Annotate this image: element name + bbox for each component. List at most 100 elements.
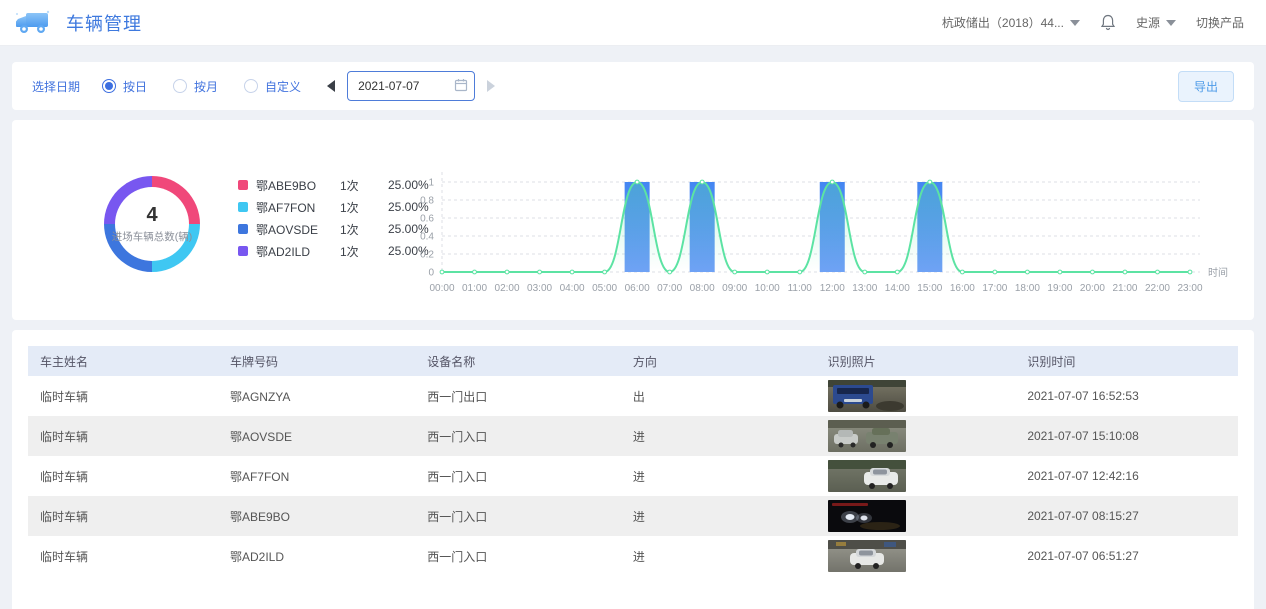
svg-text:22:00: 22:00 [1145, 283, 1170, 294]
tenant-name: 杭政储出（2018）44... [942, 14, 1064, 31]
cell-device-name: 西一门入口 [415, 456, 621, 496]
bell-icon [1100, 14, 1116, 31]
legend-color-chip [238, 224, 248, 234]
next-date-arrow[interactable] [487, 80, 495, 92]
cell-recognition-time: 2021-07-07 08:15:27 [1015, 496, 1238, 536]
svg-text:06:00: 06:00 [625, 283, 650, 294]
cell-direction: 进 [621, 496, 816, 536]
filter-bar: 选择日期 按日按月自定义 导出 [12, 62, 1254, 110]
legend-color-chip [238, 246, 248, 256]
cell-plate-number: 鄂AF7FON [218, 456, 415, 496]
radio-dot[interactable] [244, 79, 258, 93]
cell-direction: 进 [621, 536, 816, 576]
table-row: 临时车辆 鄂AD2ILD 西一门入口 进 2021-07-07 06:51:27 [28, 536, 1238, 576]
svg-text:03:00: 03:00 [527, 283, 552, 294]
switch-product-link[interactable]: 切换产品 [1196, 14, 1244, 31]
col-plate-number: 车牌号码 [218, 346, 415, 376]
radio-label: 按月 [194, 78, 218, 95]
recognition-photo[interactable] [828, 540, 906, 572]
legend-plate-label: 鄂AOVSDE [256, 221, 340, 238]
vehicle-records-table: 车主姓名 车牌号码 设备名称 方向 识别照片 识别时间 临时车辆 鄂AGNZYA… [28, 346, 1238, 576]
page-title: 车辆管理 [66, 10, 142, 36]
svg-text:0.6: 0.6 [420, 214, 434, 225]
donut-total-value: 4 [146, 204, 157, 226]
prev-date-arrow[interactable] [327, 80, 335, 92]
svg-text:05:00: 05:00 [592, 283, 617, 294]
statistics-panel: 4 进场车辆总数(辆) 鄂ABE9BO 1次 25.00% 鄂AF7FON 1次… [12, 120, 1254, 320]
chevron-down-icon [1070, 20, 1080, 26]
table-row: 临时车辆 鄂AF7FON 西一门入口 进 2021-07-07 12:42:16 [28, 456, 1238, 496]
recognition-photo[interactable] [828, 420, 906, 452]
recognition-photo[interactable] [828, 500, 906, 532]
cell-device-name: 西一门入口 [415, 496, 621, 536]
top-bar: 车辆管理 杭政储出（2018）44... 史源 切换产品 [0, 0, 1266, 46]
legend-color-chip [238, 202, 248, 212]
col-recognition-photo: 识别照片 [816, 346, 1016, 376]
cell-recognition-time: 2021-07-07 12:42:16 [1015, 456, 1238, 496]
calendar-icon[interactable] [454, 78, 468, 97]
col-owner-name: 车主姓名 [28, 346, 218, 376]
svg-text:10:00: 10:00 [755, 283, 780, 294]
table-header-row: 车主姓名 车牌号码 设备名称 方向 识别照片 识别时间 [28, 346, 1238, 376]
col-device-name: 设备名称 [415, 346, 621, 376]
chevron-down-icon [1166, 20, 1176, 26]
cell-recognition-photo [816, 536, 1016, 576]
legend-count: 1次 [340, 199, 388, 216]
cell-recognition-photo [816, 496, 1016, 536]
radio-option-按月[interactable]: 按月 [173, 78, 218, 95]
cell-plate-number: 鄂AGNZYA [218, 376, 415, 416]
radio-option-自定义[interactable]: 自定义 [244, 78, 301, 95]
svg-text:16:00: 16:00 [950, 283, 975, 294]
notification-bell[interactable] [1100, 14, 1116, 31]
legend-color-chip [238, 180, 248, 190]
cell-direction: 进 [621, 456, 816, 496]
export-button[interactable]: 导出 [1178, 71, 1234, 102]
svg-text:1: 1 [428, 178, 434, 189]
user-menu[interactable]: 史源 [1136, 14, 1176, 31]
cell-direction: 出 [621, 376, 816, 416]
radio-label: 按日 [123, 78, 147, 95]
cell-recognition-photo [816, 456, 1016, 496]
cell-owner-name: 临时车辆 [28, 416, 218, 456]
svg-text:04:00: 04:00 [560, 283, 585, 294]
table-row: 临时车辆 鄂ABE9BO 西一门入口 进 2021-07-07 08:15:27 [28, 496, 1238, 536]
svg-text:时间: 时间 [1208, 266, 1228, 279]
svg-text:07:00: 07:00 [657, 283, 682, 294]
records-table-panel: 车主姓名 车牌号码 设备名称 方向 识别照片 识别时间 临时车辆 鄂AGNZYA… [12, 330, 1254, 609]
cell-owner-name: 临时车辆 [28, 456, 218, 496]
cell-device-name: 西一门入口 [415, 536, 621, 576]
cell-recognition-photo [816, 416, 1016, 456]
hourly-entries-line-chart: 00.20.40.60.8100:0001:0002:0003:0004:000… [400, 120, 1262, 320]
donut-total-label: 进场车辆总数(辆) [112, 229, 193, 244]
cell-plate-number: 鄂ABE9BO [218, 496, 415, 536]
svg-text:0.2: 0.2 [420, 250, 434, 261]
cell-recognition-time: 2021-07-07 16:52:53 [1015, 376, 1238, 416]
legend-plate-label: 鄂AF7FON [256, 199, 340, 216]
cell-owner-name: 临时车辆 [28, 376, 218, 416]
cell-owner-name: 临时车辆 [28, 496, 218, 536]
cell-recognition-time: 2021-07-07 06:51:27 [1015, 536, 1238, 576]
radio-dot[interactable] [102, 79, 116, 93]
recognition-photo[interactable] [828, 380, 906, 412]
table-row: 临时车辆 鄂AGNZYA 西一门出口 出 2021-07-07 16:52:53 [28, 376, 1238, 416]
svg-text:00:00: 00:00 [429, 283, 454, 294]
cell-direction: 进 [621, 416, 816, 456]
col-direction: 方向 [621, 346, 816, 376]
cell-owner-name: 临时车辆 [28, 536, 218, 576]
table-row: 临时车辆 鄂AOVSDE 西一门入口 进 2021-07-07 15:10:08 [28, 416, 1238, 456]
cell-recognition-time: 2021-07-07 15:10:08 [1015, 416, 1238, 456]
cell-recognition-photo [816, 376, 1016, 416]
svg-text:23:00: 23:00 [1177, 283, 1202, 294]
truck-logo-icon [14, 8, 52, 38]
tenant-selector[interactable]: 杭政储出（2018）44... [942, 14, 1080, 31]
svg-text:0: 0 [428, 268, 434, 279]
radio-option-按日[interactable]: 按日 [102, 78, 147, 95]
recognition-photo[interactable] [828, 460, 906, 492]
cell-plate-number: 鄂AD2ILD [218, 536, 415, 576]
cell-plate-number: 鄂AOVSDE [218, 416, 415, 456]
svg-text:0.4: 0.4 [420, 232, 434, 243]
svg-text:21:00: 21:00 [1112, 283, 1137, 294]
radio-dot[interactable] [173, 79, 187, 93]
svg-text:17:00: 17:00 [982, 283, 1007, 294]
legend-count: 1次 [340, 243, 388, 260]
